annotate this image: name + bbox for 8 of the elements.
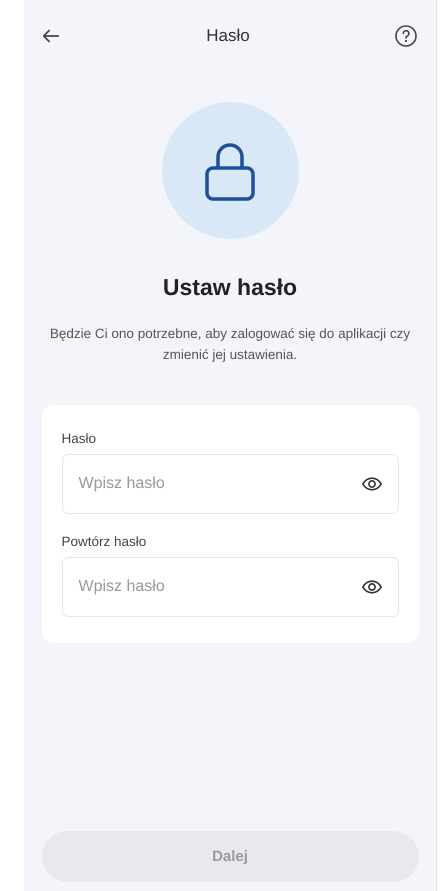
heading: Ustaw hasło [162, 274, 298, 301]
description-text: Będzie Ci ono potrzebne, aby zalogować się do aplikacji czy zmienić jej ustawienia. [48, 325, 412, 364]
field-label: Hasło [62, 431, 96, 446]
screen-title: Hasło [206, 26, 250, 46]
help-icon[interactable] [394, 24, 418, 48]
field-label: Powtórz hasło [62, 534, 146, 549]
password-field[interactable]: Wpisz hasło [62, 454, 398, 514]
password-field[interactable]: Wpisz hasło [62, 557, 398, 617]
